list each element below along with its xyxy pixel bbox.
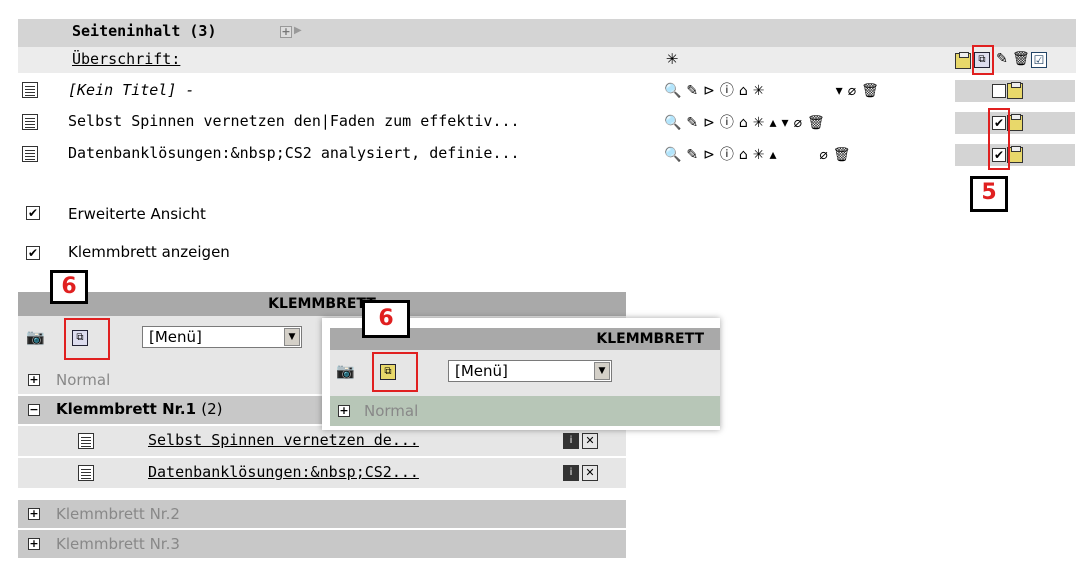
dropdown-arrow-icon: ▼: [284, 328, 300, 346]
popup-header-title: KLEMMBRETT: [596, 331, 704, 347]
remove-icon[interactable]: ✕: [582, 465, 598, 481]
extended-view-checkbox[interactable]: ✔: [26, 206, 40, 220]
row-actions[interactable]: 🔍✎⊳ⓘ⌂✳▴ ⌀🗑: [664, 144, 856, 164]
popup-normal-label[interactable]: Normal: [364, 402, 418, 420]
row-actions[interactable]: 🔍✎⊳ⓘ⌂✳▴▾⌀🗑: [664, 112, 830, 132]
clipboard2-label[interactable]: Klemmbrett Nr.2: [56, 505, 180, 523]
expand-icon[interactable]: +: [338, 405, 350, 417]
expand-icon[interactable]: +: [28, 538, 40, 550]
info-icon[interactable]: i: [563, 465, 579, 481]
show-clipboard-label: Klemmbrett anzeigen: [68, 243, 230, 261]
edit-icon[interactable]: ✎: [994, 52, 1010, 68]
clipboard-header-title: KLEMMBRETT: [268, 296, 376, 312]
row-checkbox[interactable]: [992, 84, 1006, 98]
collapse-icon[interactable]: −: [28, 404, 40, 416]
clipboard-header: KLEMMBRETT: [18, 292, 626, 316]
row-title[interactable]: Selbst Spinnen vernetzen den|Faden zum e…: [68, 112, 520, 130]
callout-6: 6: [50, 270, 88, 304]
delete-icon[interactable]: 🗑: [1012, 52, 1030, 68]
document-icon: [22, 114, 38, 130]
expand-icon[interactable]: +: [280, 26, 292, 38]
clipboard-icon[interactable]: [1007, 82, 1023, 99]
document-icon: [22, 146, 38, 162]
extended-view-label: Erweiterte Ansicht: [68, 205, 206, 223]
heading-label[interactable]: Überschrift:: [72, 50, 180, 68]
popup-menu-value: [Menü]: [455, 362, 508, 380]
select-all-icon[interactable]: ☑: [1031, 52, 1047, 68]
document-icon: [22, 82, 38, 98]
camera-icon[interactable]: 📷: [336, 364, 355, 380]
remove-icon[interactable]: ✕: [582, 433, 598, 449]
document-icon: [78, 465, 94, 481]
camera-icon[interactable]: 📷: [26, 330, 45, 346]
section-title: Seiteninhalt (3): [72, 22, 217, 40]
row-actions[interactable]: 🔍✎⊳ⓘ⌂✳ ▾⌀🗑: [664, 80, 884, 100]
clipboard1-title: Klemmbrett Nr.1: [56, 400, 197, 418]
clipboard1-label[interactable]: Klemmbrett Nr.1 (2): [56, 400, 223, 418]
dropdown-arrow-icon: ▼: [594, 362, 610, 380]
clipboard1-count: (2): [201, 400, 223, 418]
arrow-right-icon[interactable]: ▶: [294, 25, 302, 36]
copy-highlight: [372, 352, 418, 392]
clipboard3-label[interactable]: Klemmbrett Nr.3: [56, 535, 180, 553]
callout-5: 5: [970, 176, 1008, 212]
popup-menu-select[interactable]: [Menü] ▼: [448, 360, 612, 382]
info-icon[interactable]: i: [563, 433, 579, 449]
show-clipboard-checkbox[interactable]: ✔: [26, 246, 40, 260]
clipboard-item-title[interactable]: Selbst Spinnen vernetzen de...: [148, 431, 419, 449]
row-title[interactable]: Datenbanklösungen:&nbsp;CS2 analysiert, …: [68, 144, 520, 162]
clipboard-normal-label[interactable]: Normal: [56, 371, 110, 389]
document-icon: [78, 433, 94, 449]
new-element-icon[interactable]: ✳: [664, 52, 680, 68]
checkbox-highlight: [988, 108, 1010, 170]
paste-icon[interactable]: [955, 52, 971, 69]
copy-highlight: [64, 318, 110, 360]
clipboard-menu-select[interactable]: [Menü] ▼: [142, 326, 302, 348]
row-title[interactable]: [Kein Titel] -: [68, 81, 194, 99]
expand-icon[interactable]: +: [28, 374, 40, 386]
copy-highlight: [972, 45, 994, 75]
callout-6: 6: [362, 300, 410, 338]
clipboard-item-title[interactable]: Datenbanklösungen:&nbsp;CS2...: [148, 463, 419, 481]
clipboard-menu-value: [Menü]: [149, 328, 202, 346]
expand-icon[interactable]: +: [28, 508, 40, 520]
